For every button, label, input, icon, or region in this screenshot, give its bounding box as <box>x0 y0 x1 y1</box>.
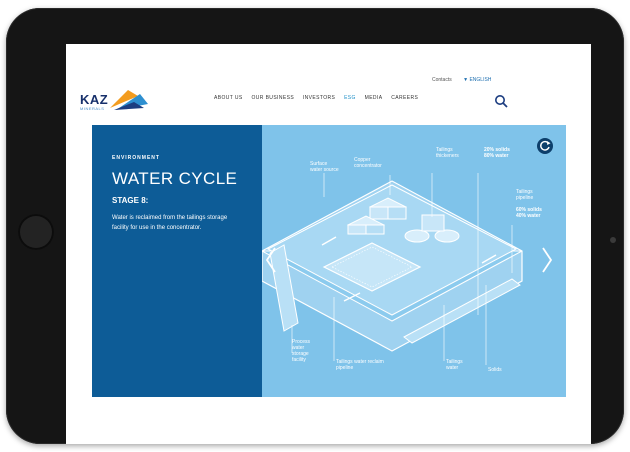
screen: KAZ MINERALS Contacts ▼ ENGLISH ABOUT US… <box>66 44 591 444</box>
label-reclaim-pipeline: Tailings water reclaim pipeline <box>336 359 384 371</box>
tablet-frame: KAZ MINERALS Contacts ▼ ENGLISH ABOUT US… <box>6 8 624 444</box>
stage-description: Water is reclaimed from the tailings sto… <box>112 215 228 231</box>
main-nav: ABOUT US OUR BUSINESS INVESTORS ESG MEDI… <box>214 95 425 101</box>
nav-item-our-business[interactable]: OUR BUSINESS <box>251 95 294 101</box>
label-solids-water-pipeline: 60% solids 40% water <box>516 207 542 219</box>
stage-label: STAGE 8: <box>112 196 149 205</box>
nav-item-esg[interactable]: ESG <box>344 95 356 101</box>
nav-item-careers[interactable]: CAREERS <box>391 95 418 101</box>
language-selector[interactable]: ▼ ENGLISH <box>463 77 491 83</box>
label-solids: Solids <box>488 367 502 373</box>
nav-item-media[interactable]: MEDIA <box>365 95 383 101</box>
label-copper-concentrator: Copper concentrator <box>354 157 382 169</box>
logo-subtext: MINERALS <box>80 106 105 111</box>
hero-banner: ENVIRONMENT WATER CYCLE STAGE 8: Water i… <box>92 125 566 397</box>
label-tailings-pipeline: Tailings pipeline <box>516 189 534 201</box>
chevron-left-icon[interactable] <box>264 245 278 275</box>
stage-info-panel: ENVIRONMENT WATER CYCLE STAGE 8: Water i… <box>92 125 262 397</box>
contacts-link[interactable]: Contacts <box>432 77 452 83</box>
label-surface-water: Surface water source <box>310 161 339 173</box>
label-solids-water-top: 20% solids 80% water <box>484 147 510 159</box>
nav-item-investors[interactable]: INVESTORS <box>303 95 335 101</box>
logo-text: KAZ <box>80 92 109 107</box>
nav-item-about-us[interactable]: ABOUT US <box>214 95 243 101</box>
label-tailings-water: Tailings water <box>446 359 463 371</box>
reload-button[interactable] <box>537 138 553 154</box>
camera-icon <box>610 237 616 243</box>
home-button[interactable] <box>18 214 54 250</box>
label-tailings-thickeners: Tailings thickeners <box>436 147 459 159</box>
logo[interactable]: KAZ MINERALS <box>80 86 152 112</box>
section-eyebrow: ENVIRONMENT <box>112 155 160 161</box>
label-process-water: Process water storage facility <box>292 339 311 363</box>
top-links: Contacts ▼ ENGLISH <box>432 77 501 83</box>
search-icon[interactable] <box>494 94 508 108</box>
reload-icon <box>540 140 551 151</box>
page-title: WATER CYCLE <box>112 169 238 188</box>
chevron-right-icon[interactable] <box>540 245 554 275</box>
